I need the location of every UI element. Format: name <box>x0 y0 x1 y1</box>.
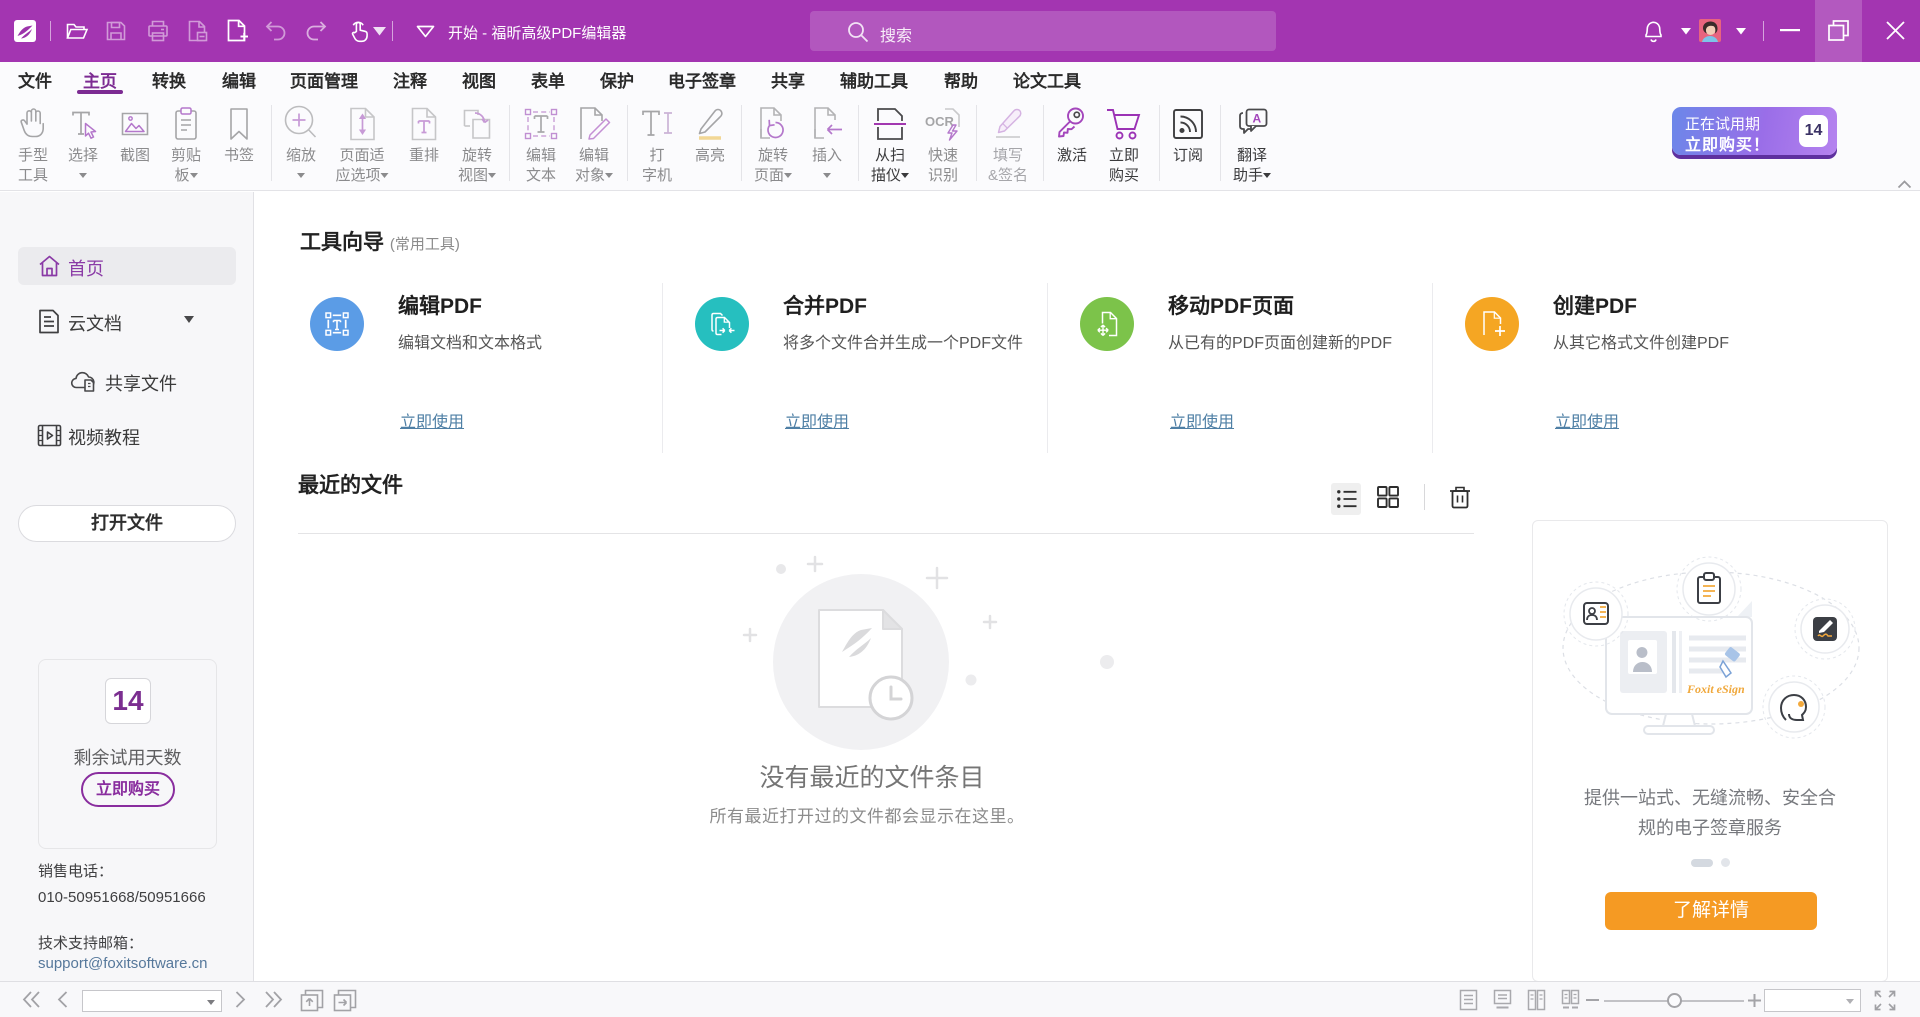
svg-text:Foxit eSign: Foxit eSign <box>1686 682 1745 696</box>
svg-text:A: A <box>1253 112 1262 126</box>
svg-text:OCR: OCR <box>925 114 955 129</box>
